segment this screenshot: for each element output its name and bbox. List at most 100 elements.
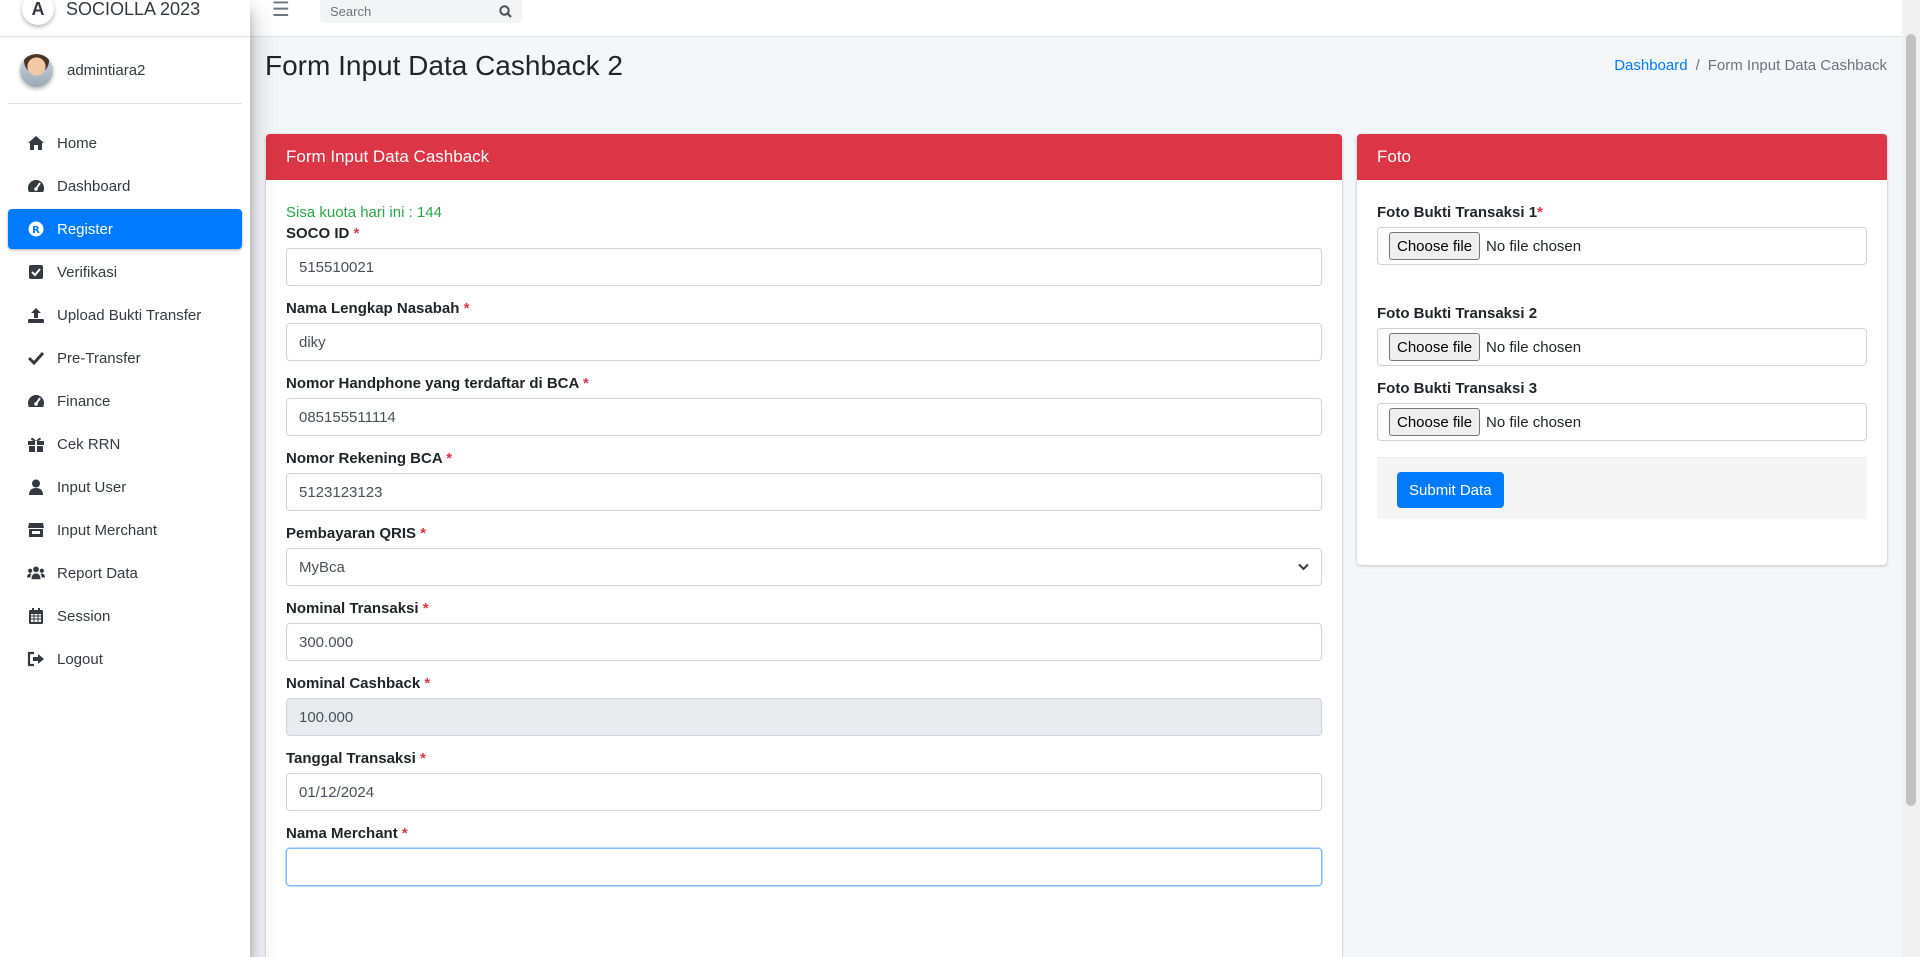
cashback-form-card: Form Input Data Cashback Sisa kuota hari… — [266, 134, 1342, 957]
tachometer-icon — [27, 177, 45, 195]
sidebar-item-register[interactable]: R Register — [8, 209, 242, 249]
sidebar: A SOCIOLLA 2023 admintiara2 Home Dashboa… — [0, 0, 250, 957]
avatar[interactable] — [20, 53, 53, 87]
foto-1-file-input: Choose file No file chosen — [1377, 227, 1867, 265]
nominal-cashback-label: Nominal Cashback * — [286, 675, 431, 692]
merchant-field[interactable] — [286, 848, 1322, 886]
soco-id-group: SOCO ID * 515510021 — [286, 225, 1322, 286]
required-mark: * — [424, 675, 431, 692]
required-mark: * — [401, 825, 408, 842]
sidebar-item-session[interactable]: Session — [8, 596, 242, 636]
handphone-label: Nomor Handphone yang terdaftar di BCA * — [286, 375, 589, 392]
sidebar-item-dashboard[interactable]: Dashboard — [8, 166, 242, 206]
chevron-down-icon — [1298, 560, 1309, 574]
upload-icon — [27, 306, 45, 324]
users-icon — [27, 564, 45, 582]
foto-2-label: Foto Bukti Transaksi 2 — [1377, 305, 1538, 322]
menu-toggle-icon[interactable]: ☰ — [272, 0, 290, 22]
sidebar-item-label: Home — [57, 134, 98, 152]
calendar-icon — [27, 607, 45, 625]
search-icon[interactable] — [490, 0, 520, 23]
gift-icon — [27, 435, 45, 453]
sidebar-item-home[interactable]: Home — [8, 123, 242, 163]
handphone-group: Nomor Handphone yang terdaftar di BCA * … — [286, 375, 1322, 436]
qris-label: Pembayaran QRIS * — [286, 525, 427, 542]
required-mark: * — [1537, 204, 1543, 221]
sidebar-item-report-data[interactable]: Report Data — [8, 553, 242, 593]
breadcrumb-dashboard-link[interactable]: Dashboard — [1614, 57, 1687, 74]
sidebar-item-verifikasi[interactable]: Verifikasi — [8, 252, 242, 292]
search-input[interactable] — [320, 0, 490, 23]
page-scrollbar[interactable] — [1902, 0, 1920, 957]
user-panel: admintiara2 — [8, 37, 242, 104]
user-name[interactable]: admintiara2 — [67, 62, 145, 79]
sidebar-item-cek-rrn[interactable]: Cek RRN — [8, 424, 242, 464]
tanggal-group: Tanggal Transaksi * 01/12/2024 — [286, 750, 1322, 811]
qris-group: Pembayaran QRIS * MyBca — [286, 525, 1322, 586]
svg-text:R: R — [32, 225, 40, 236]
sidebar-item-label: Register — [57, 220, 113, 238]
sidebar-item-upload-bukti-transfer[interactable]: Upload Bukti Transfer — [8, 295, 242, 335]
nama-field[interactable]: diky — [286, 323, 1322, 361]
choose-file-button[interactable]: Choose file — [1389, 408, 1481, 436]
foto-1-label: Foto Bukti Transaksi 1* — [1377, 204, 1543, 221]
foto-card-title: Foto — [1357, 134, 1887, 180]
no-file-text: No file chosen — [1486, 413, 1582, 431]
qris-selected-value: MyBca — [299, 558, 345, 576]
sidebar-item-label: Dashboard — [57, 177, 131, 195]
foto-2-file-input: Choose file No file chosen — [1377, 328, 1867, 366]
brand-name: SOCIOLLA 2023 — [66, 0, 201, 19]
nominal-transaksi-label: Nominal Transaksi * — [286, 600, 429, 617]
submit-data-button[interactable]: Submit Data — [1397, 472, 1504, 508]
check-icon — [27, 349, 45, 367]
foto-3-label: Foto Bukti Transaksi 3 — [1377, 380, 1538, 397]
choose-file-button[interactable]: Choose file — [1389, 333, 1481, 361]
breadcrumb-separator: / — [1695, 57, 1700, 74]
choose-file-button[interactable]: Choose file — [1389, 232, 1481, 260]
required-mark: * — [353, 225, 360, 242]
scrollbar-thumb[interactable] — [1906, 34, 1916, 806]
nama-label: Nama Lengkap Nasabah * — [286, 300, 470, 317]
cashback-form-card-title: Form Input Data Cashback — [266, 134, 1342, 180]
required-mark: * — [420, 525, 427, 542]
required-mark: * — [582, 375, 589, 392]
store-icon — [27, 521, 45, 539]
rekening-label: Nomor Rekening BCA * — [286, 450, 453, 467]
merchant-label: Nama Merchant * — [286, 825, 408, 842]
qris-select[interactable]: MyBca — [286, 548, 1322, 586]
foto-3-group: Foto Bukti Transaksi 3 Choose file No fi… — [1377, 380, 1867, 441]
tanggal-field[interactable]: 01/12/2024 — [286, 773, 1322, 811]
handphone-field[interactable]: 085155511114 — [286, 398, 1322, 436]
nominal-transaksi-field[interactable]: 300.000 — [286, 623, 1322, 661]
user-icon — [27, 478, 45, 496]
content-header: Form Input Data Cashback 2 Dashboard / F… — [265, 50, 1887, 82]
rekening-field[interactable]: 5123123123 — [286, 473, 1322, 511]
sidebar-item-label: Cek RRN — [57, 435, 121, 453]
no-file-text: No file chosen — [1486, 338, 1582, 356]
top-navbar: ☰ — [250, 0, 1902, 37]
required-mark: * — [446, 450, 453, 467]
sidebar-item-pre-transfer[interactable]: Pre-Transfer — [8, 338, 242, 378]
required-mark: * — [419, 750, 426, 767]
breadcrumb: Dashboard / Form Input Data Cashback — [1614, 57, 1887, 74]
sidebar-item-input-user[interactable]: Input User — [8, 467, 242, 507]
sidebar-item-label: Finance — [57, 392, 111, 410]
soco-id-field[interactable]: 515510021 — [286, 248, 1322, 286]
sidebar-item-label: Input Merchant — [57, 521, 158, 539]
required-mark: * — [422, 600, 429, 617]
sidebar-item-finance[interactable]: Finance — [8, 381, 242, 421]
quota-text: Sisa kuota hari ini : 144 — [286, 204, 442, 221]
sidebar-item-label: Verifikasi — [57, 263, 118, 281]
sidebar-item-logout[interactable]: Logout — [8, 639, 242, 679]
soco-id-label: SOCO ID * — [286, 225, 360, 242]
no-file-text: No file chosen — [1486, 237, 1582, 255]
nominal-cashback-group: Nominal Cashback * 100.000 — [286, 675, 1322, 736]
sidebar-item-label: Upload Bukti Transfer — [57, 306, 202, 324]
breadcrumb-current: Form Input Data Cashback — [1707, 57, 1887, 74]
sidebar-item-input-merchant[interactable]: Input Merchant — [8, 510, 242, 550]
sidebar-item-label: Logout — [57, 650, 103, 668]
required-mark: * — [463, 300, 470, 317]
brand-link[interactable]: A SOCIOLLA 2023 — [0, 0, 250, 37]
sidebar-item-label: Input User — [57, 478, 127, 496]
sidebar-item-label: Pre-Transfer — [57, 349, 141, 367]
